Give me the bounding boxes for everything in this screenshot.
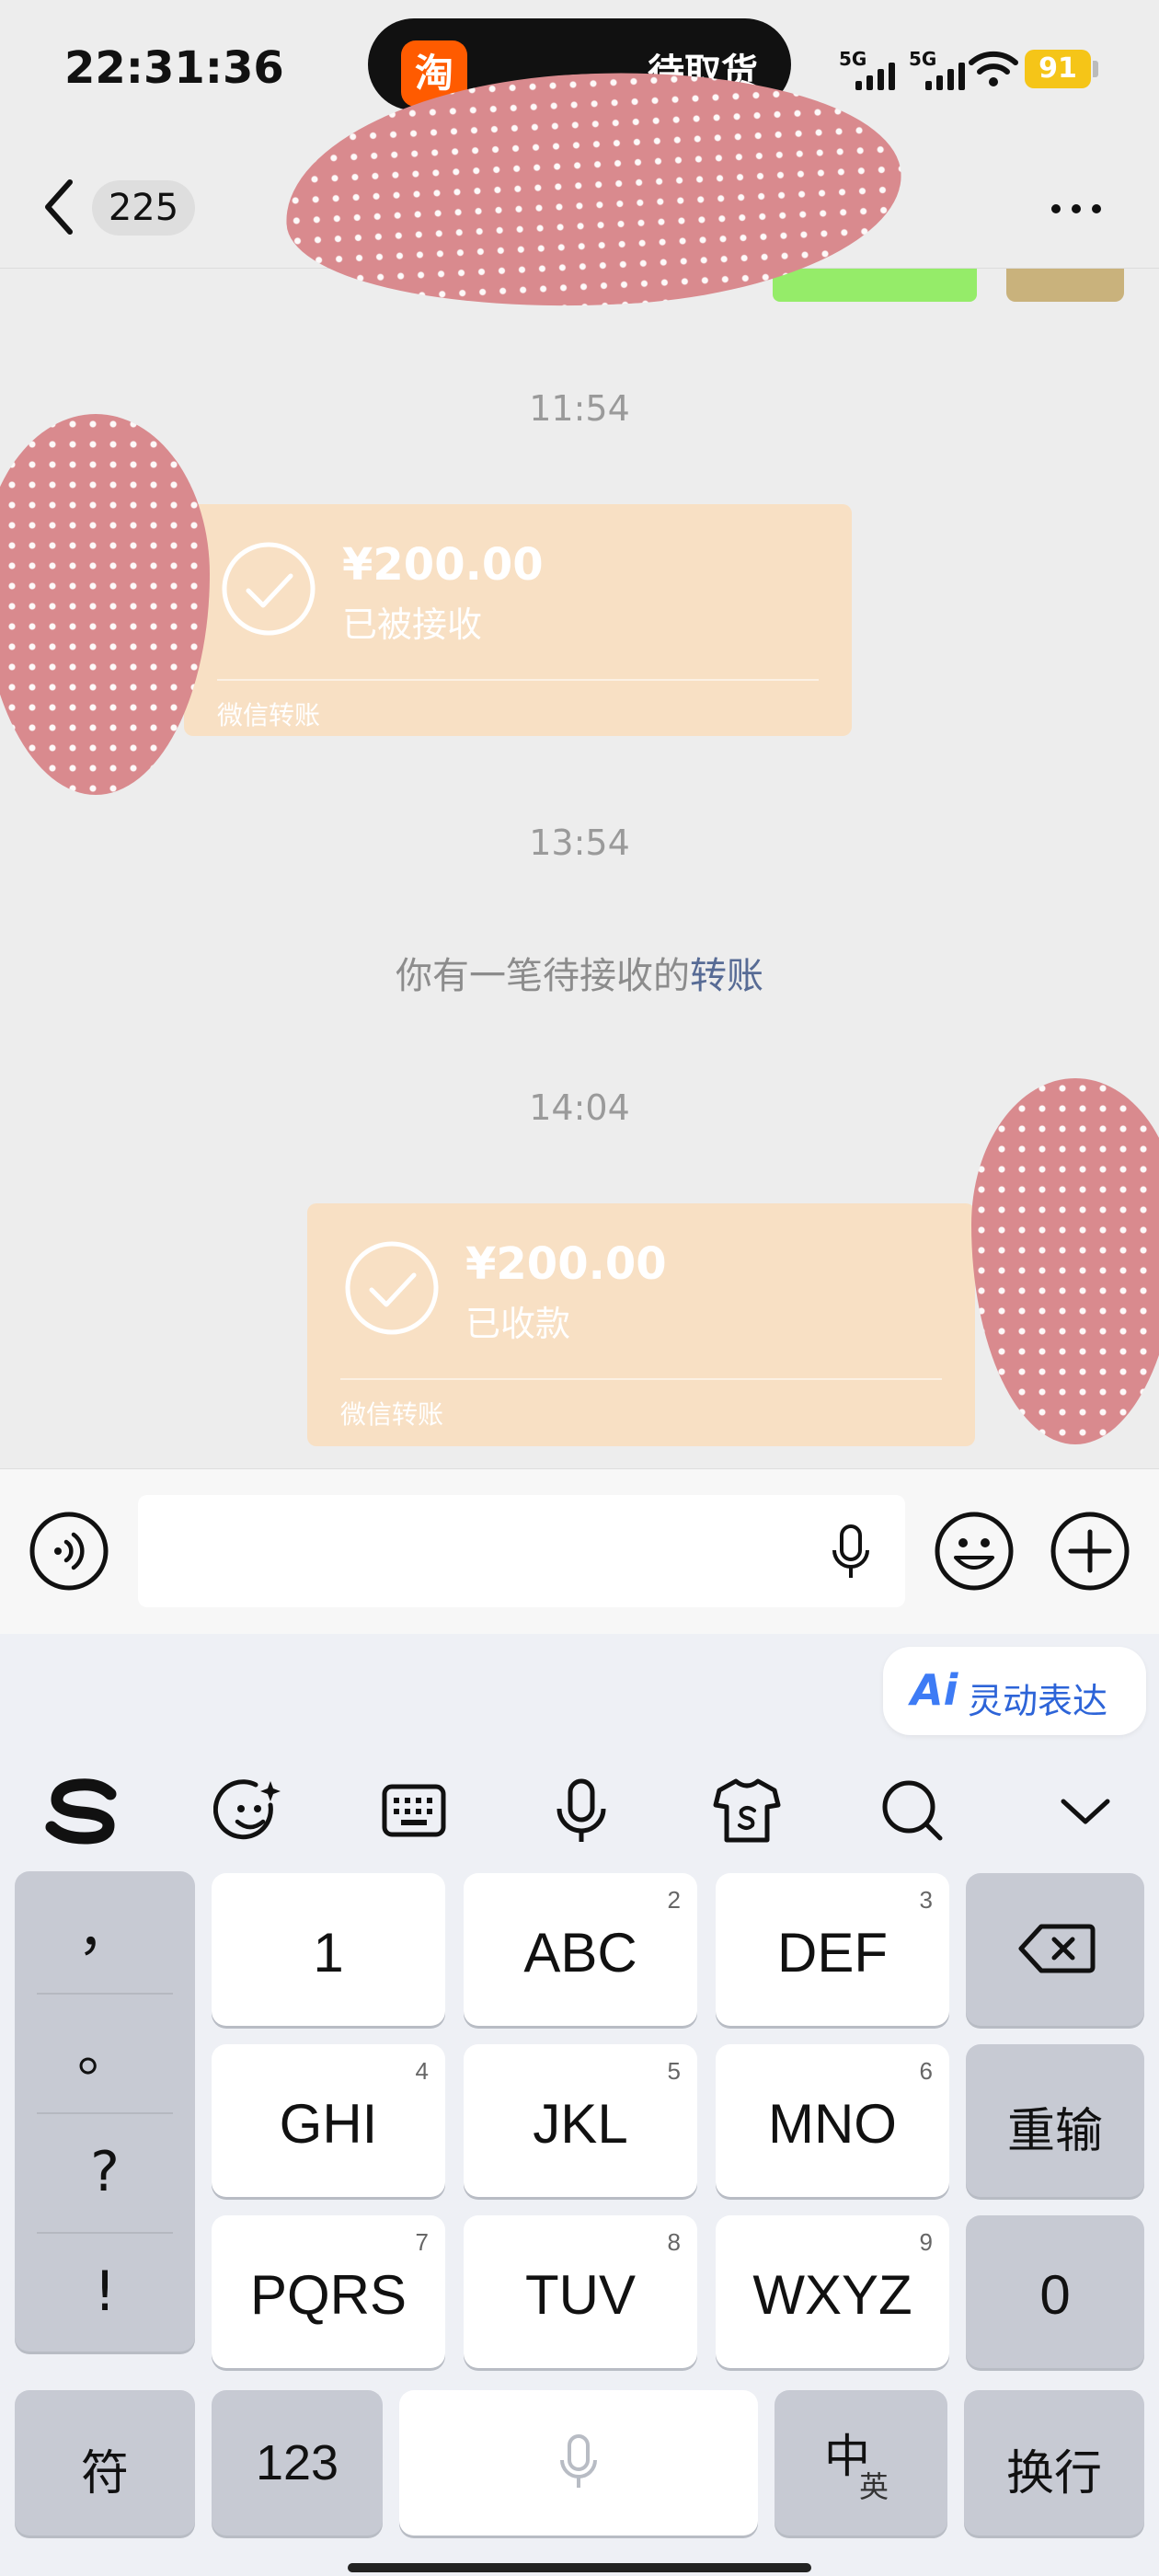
key-abc[interactable]: 2 ABC [464,1873,697,2026]
key-mno[interactable]: 6 MNO [716,2044,949,2197]
punct-period-key[interactable]: 。 [15,1993,195,2112]
mic-icon[interactable] [828,1523,874,1581]
key-label: TUV [525,2264,636,2326]
key-label: 1 [313,1922,344,1984]
key-def[interactable]: 3 DEF [716,1873,949,2026]
key-number: 4 [415,2057,429,2085]
key-label: JKL [533,2093,628,2155]
system-message: 你有一笔待接收的转账 [0,946,1159,999]
cellular-signal-icon-2: 5G [909,48,973,90]
battery-cap [1093,61,1098,77]
punct-question-key[interactable]: ? [15,2112,195,2232]
message-timestamp: 14:04 [529,1087,630,1128]
my-avatar-partial[interactable] [1006,269,1124,302]
language-switch-key[interactable]: 中 英 [775,2390,947,2536]
message-timestamp: 13:54 [529,822,630,863]
key-number: 8 [667,2228,681,2256]
transfer-amount: ¥200.00 [342,539,544,591]
transfer-status: 已收款 [465,1304,571,1344]
transfer-status: 已被接收 [342,604,483,645]
message-input[interactable] [138,1495,905,1607]
symbols-key[interactable]: 符 [15,2390,195,2536]
key-label: 换行 [1005,2446,1102,2501]
wifi-icon [969,51,1018,86]
home-indicator[interactable] [348,2563,811,2572]
key-label: GHI [279,2093,378,2155]
emoji-icon[interactable] [933,1510,1016,1593]
key-label: ABC [523,1922,637,1984]
ai-expression-chip[interactable]: Ai 灵动表达 [883,1647,1146,1735]
check-circle-icon [345,1241,439,1335]
key-number: 2 [667,1886,681,1914]
key-ghi[interactable]: 4 GHI [212,2044,445,2197]
chevron-left-icon[interactable] [40,175,77,239]
key-label: 0 [1039,2264,1071,2326]
key-jkl[interactable]: 5 JKL [464,2044,697,2197]
mic-icon[interactable] [545,1774,618,1847]
transfer-card-outgoing[interactable]: ¥200.00 已收款 微信转账 [307,1203,975,1446]
keyboard-toolbar [0,1735,1159,1882]
transfer-source: 微信转账 [340,1399,444,1430]
skin-shirt-icon[interactable] [710,1774,784,1847]
reinput-key[interactable]: 重输 [966,2044,1144,2197]
punctuation-column: ， 。 ? ! [15,1871,195,2352]
keyboard-icon[interactable] [377,1774,451,1847]
key-label: MNO [768,2093,897,2155]
sogou-logo-icon[interactable] [44,1774,121,1847]
more-dots-icon[interactable] [1049,195,1104,223]
check-circle-icon [222,542,316,636]
key-wxyz[interactable]: 9 WXYZ [716,2215,949,2368]
unread-count-badge[interactable]: 225 [92,180,195,236]
numbers-key[interactable]: 123 [212,2390,383,2536]
backspace-icon [1018,1924,1096,1973]
punct-comma-key[interactable]: ， [15,1871,195,1991]
lang-sub-label: 英 [859,2469,889,2504]
key-label: DEF [777,1922,888,1984]
key-pqrs[interactable]: 7 PQRS [212,2215,445,2368]
space-key[interactable] [399,2390,758,2536]
battery-indicator: 91 [1025,50,1091,88]
key-tuv[interactable]: 8 TUV [464,2215,697,2368]
cellular-signal-icon: 5G [839,48,903,90]
chevron-down-icon[interactable] [1049,1774,1122,1847]
emoji-sparkle-icon[interactable] [213,1774,287,1847]
key-number: 6 [919,2057,933,2085]
newline-key[interactable]: 换行 [964,2390,1144,2536]
plus-icon[interactable] [1049,1510,1131,1593]
transfer-divider [340,1378,942,1380]
key-1[interactable]: 1 [212,1873,445,2026]
transfer-link[interactable]: 转账 [690,955,763,997]
message-timestamp: 11:54 [529,388,630,429]
key-0[interactable]: 0 [966,2215,1144,2368]
transfer-source: 微信转账 [217,700,321,730]
backspace-key[interactable] [966,1873,1144,2026]
transfer-card-incoming[interactable]: ¥200.00 已被接收 微信转账 [184,504,852,736]
ai-chip-label: 灵动表达 [968,1681,1108,1721]
transfer-amount: ¥200.00 [465,1238,667,1290]
ime-keyboard: Ai 灵动表达 ， 。 ? ! 1 2 ABC 3 DEF 4 GHI 5 JK… [0,1634,1159,2576]
ai-logo-icon: Ai [911,1665,958,1715]
key-label: 符 [80,2446,129,2501]
key-number: 7 [415,2228,429,2256]
outgoing-message-bubble-partial[interactable] [773,269,977,302]
key-number: 3 [919,1886,933,1914]
mic-icon [560,2434,597,2488]
status-time: 22:31:36 [64,42,284,94]
key-number: 9 [919,2228,933,2256]
search-icon[interactable] [876,1774,949,1847]
key-label: 重输 [1006,2104,1103,2159]
key-label: WXYZ [752,2264,912,2326]
punct-exclaim-key[interactable]: ! [15,2232,195,2352]
key-number: 5 [667,2057,681,2085]
input-bar [0,1468,1159,1634]
system-message-text: 你有一笔待接收的 [396,955,690,997]
key-label: PQRS [249,2264,407,2326]
transfer-divider [217,679,819,681]
key-label: 123 [255,2435,339,2490]
voice-icon[interactable] [28,1510,110,1593]
